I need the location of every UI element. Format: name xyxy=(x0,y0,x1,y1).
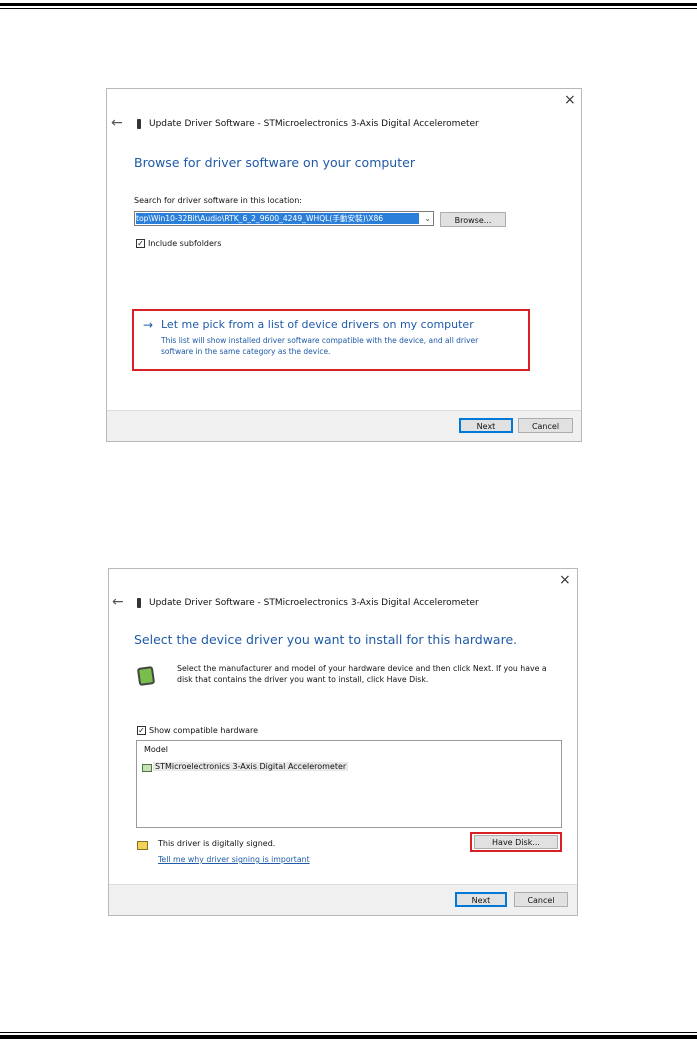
search-location-label: Search for driver software in this locat… xyxy=(134,196,302,205)
page-heading: Select the device driver you want to ins… xyxy=(134,632,518,647)
signed-driver-icon xyxy=(137,841,148,850)
next-button[interactable]: Next xyxy=(455,892,507,907)
bottom-rule-thin xyxy=(0,1032,697,1033)
device-icon xyxy=(137,119,141,129)
instruction-line-1: Select the manufacturer and model of you… xyxy=(177,664,547,673)
show-compatible-label: Show compatible hardware xyxy=(149,726,258,735)
dialog-title: Update Driver Software - STMicroelectron… xyxy=(149,119,479,129)
dialog-title: Update Driver Software - STMicroelectron… xyxy=(149,598,479,608)
model-column-header: Model xyxy=(144,745,169,754)
top-rule-thin xyxy=(0,8,697,9)
driver-signing-link[interactable]: Tell me why driver signing is important xyxy=(158,855,310,864)
close-icon[interactable]: × xyxy=(559,573,571,587)
cancel-button[interactable]: Cancel xyxy=(514,892,568,907)
signed-status-text: This driver is digitally signed. xyxy=(158,839,276,848)
update-driver-dialog-browse: × ← Update Driver Software - STMicroelec… xyxy=(106,88,582,442)
browse-button[interactable]: Browse... xyxy=(440,212,506,227)
driver-item-icon xyxy=(142,764,152,772)
next-button[interactable]: Next xyxy=(459,418,513,433)
model-list-item[interactable]: STMicroelectronics 3-Axis Digital Accele… xyxy=(153,762,349,771)
chevron-down-icon[interactable]: ⌄ xyxy=(424,213,431,224)
have-disk-button[interactable]: Have Disk... xyxy=(474,835,558,849)
pick-from-list-description-1: This list will show installed driver sof… xyxy=(161,336,479,345)
hardware-device-icon xyxy=(136,665,156,687)
update-driver-dialog-select: × ← Update Driver Software - STMicroelec… xyxy=(108,568,578,916)
show-compatible-checkbox[interactable]: ✓ xyxy=(137,726,146,735)
instruction-line-2: disk that contains the driver you want t… xyxy=(177,675,429,684)
back-arrow-icon[interactable]: ← xyxy=(111,116,123,130)
model-list[interactable]: Model STMicroelectronics 3-Axis Digital … xyxy=(136,740,562,828)
device-icon xyxy=(137,598,141,608)
dialog-footer: Next Cancel xyxy=(109,884,577,915)
top-rule xyxy=(0,3,697,6)
close-icon[interactable]: × xyxy=(564,93,576,107)
back-arrow-icon[interactable]: ← xyxy=(112,595,124,609)
include-subfolders-label: Include subfolders xyxy=(148,239,222,248)
dialog-footer: Next Cancel xyxy=(107,410,581,441)
bottom-rule xyxy=(0,1035,697,1039)
driver-path-value: top\Win10-32Bit\Audio\RTK_6_2_9600_4249_… xyxy=(136,213,419,224)
page-heading: Browse for driver software on your compu… xyxy=(134,155,415,170)
include-subfolders-checkbox[interactable]: ✓ xyxy=(136,239,145,248)
pick-from-list-description-2: software in the same category as the dev… xyxy=(161,347,331,356)
driver-path-input[interactable]: top\Win10-32Bit\Audio\RTK_6_2_9600_4249_… xyxy=(134,211,434,226)
pick-from-list-link[interactable]: Let me pick from a list of device driver… xyxy=(161,318,474,331)
link-arrow-icon: → xyxy=(143,318,154,332)
cancel-button[interactable]: Cancel xyxy=(518,418,573,433)
